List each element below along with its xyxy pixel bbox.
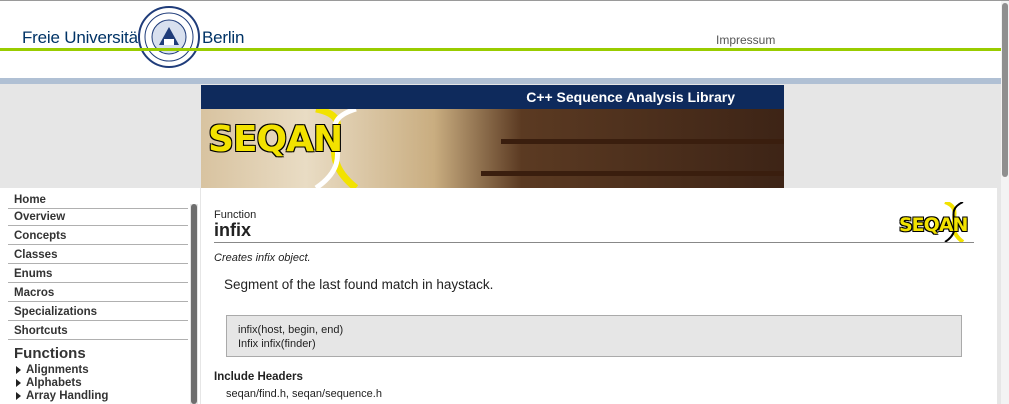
include-headers-value: seqan/find.h, seqan/sequence.h: [226, 388, 382, 400]
banner-title: C++ Sequence Analysis Library: [201, 85, 784, 109]
window-scrollbar-thumb[interactable]: [1002, 3, 1008, 177]
university-name-left[interactable]: Freie Universität: [22, 28, 143, 48]
header-accent-line: [0, 48, 1009, 51]
sidebar-item-enums[interactable]: Enums: [8, 265, 188, 283]
university-seal-icon[interactable]: [137, 5, 201, 69]
sidebar-scrollbar-thumb[interactable]: [191, 204, 197, 404]
title-divider: [214, 242, 974, 243]
sidebar-item-classes[interactable]: Classes: [8, 246, 188, 264]
signature-box: infix(host, begin, end) Infix infix(find…: [226, 315, 962, 357]
header-divider: [0, 78, 1009, 84]
seqan-corner-logo: SEQAN: [899, 202, 971, 242]
site-header: Freie Universität Berlin Impressum: [0, 1, 1009, 78]
function-group-array-handling[interactable]: Array Handling: [16, 390, 108, 402]
function-group-alphabets[interactable]: Alphabets: [16, 377, 82, 389]
impressum-link[interactable]: Impressum: [716, 33, 775, 47]
corner-logo-text: SEQAN: [899, 214, 968, 236]
signature-line: Infix infix(finder): [238, 338, 316, 350]
sidebar-item-home[interactable]: Home: [8, 191, 188, 209]
sidebar-item-concepts[interactable]: Concepts: [8, 227, 188, 245]
seqan-logo[interactable]: SEQAN: [208, 119, 343, 160]
expand-arrow-icon[interactable]: [16, 378, 21, 387]
summary-text: Creates infix object.: [214, 252, 311, 264]
university-name-right[interactable]: Berlin: [202, 28, 244, 48]
function-group-alignments[interactable]: Alignments: [16, 364, 89, 376]
function-group-label: Alignments: [26, 364, 89, 376]
sidebar-item-shortcuts[interactable]: Shortcuts: [8, 322, 188, 340]
sidebar-item-macros[interactable]: Macros: [8, 284, 188, 302]
page-title: infix: [214, 220, 252, 240]
content-panel: Function infix SEQAN Creates infix objec…: [201, 188, 997, 404]
function-group-label: Array Handling: [26, 390, 109, 402]
sidebar-nav: Home Overview Concepts Classes Enums Mac…: [0, 188, 200, 404]
description-text: Segment of the last found match in hayst…: [224, 277, 494, 292]
functions-heading: Functions: [14, 345, 86, 362]
seqan-banner: C++ Sequence Analysis Library SEQAN: [201, 85, 784, 188]
sidebar-item-overview[interactable]: Overview: [8, 208, 188, 226]
expand-arrow-icon[interactable]: [16, 365, 21, 374]
sidebar-item-specializations[interactable]: Specializations: [8, 303, 188, 321]
expand-arrow-icon[interactable]: [16, 391, 21, 400]
function-group-label: Alphabets: [26, 377, 82, 389]
include-headers-label: Include Headers: [214, 371, 303, 383]
signature-line: infix(host, begin, end): [238, 324, 344, 336]
